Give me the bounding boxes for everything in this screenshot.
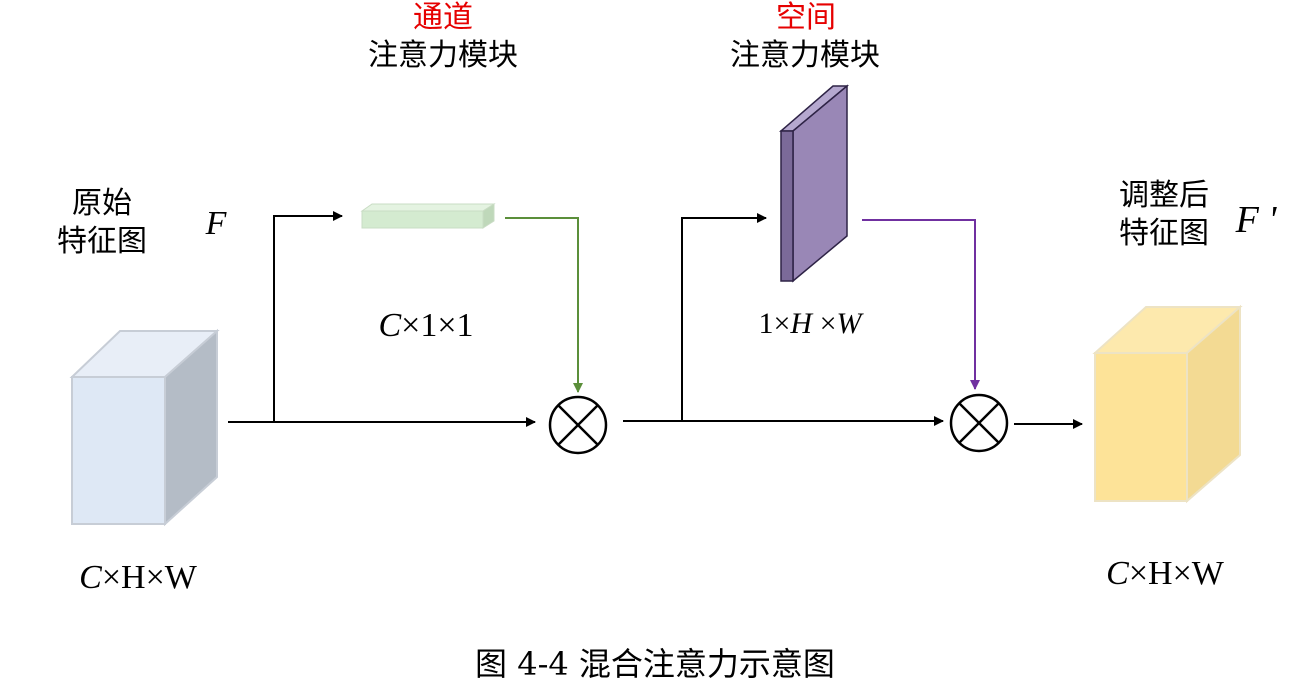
spatial-dim-w: W [836, 307, 862, 340]
spatial-dimension: 1×H ×W [734, 304, 886, 344]
multiply-node-2 [949, 393, 1009, 453]
spatial-attention-block [778, 84, 850, 283]
output-label-line2: 特征图 [1119, 216, 1209, 251]
spatial-dim-h: H [790, 307, 813, 340]
input-dimension: C×H×W [58, 558, 218, 598]
branch-arrow-to-channel [273, 211, 343, 422]
spatial-module-title: 空间 [776, 0, 836, 35]
output-feature-cube [1092, 304, 1243, 504]
output-dimension: C×H×W [1090, 554, 1240, 594]
output-label-line1: 调整后 [1119, 178, 1209, 213]
output-dim-rest: ×H×W [1128, 555, 1224, 592]
channel-output-arrow [505, 217, 583, 393]
channel-module-title: 通道 [413, 0, 473, 35]
channel-dim-c: C [378, 307, 402, 344]
channel-dimension: C×1×1 [356, 306, 496, 346]
input-dim-c: C [79, 559, 102, 596]
output-symbol: F ' [1235, 199, 1277, 241]
channel-module-subtitle: 注意力模块 [368, 38, 518, 73]
spatial-module-subtitle: 注意力模块 [730, 38, 880, 73]
spatial-dim-1: 1× [758, 307, 791, 340]
spatial-dim-x: × [812, 307, 837, 340]
input-dim-rest: ×H×W [101, 559, 197, 596]
figure-caption: 图 4-4 混合注意力示意图 [475, 645, 835, 683]
multiply-node-1 [548, 395, 608, 455]
output-dim-c: C [1106, 555, 1129, 592]
input-symbol: F [205, 205, 227, 242]
channel-attention-block [360, 203, 496, 229]
channel-dim-rest: ×1×1 [401, 307, 474, 344]
input-feature-cube [69, 328, 220, 527]
input-label-line2: 特征图 [57, 224, 147, 259]
input-label-line1: 原始 [72, 186, 132, 221]
